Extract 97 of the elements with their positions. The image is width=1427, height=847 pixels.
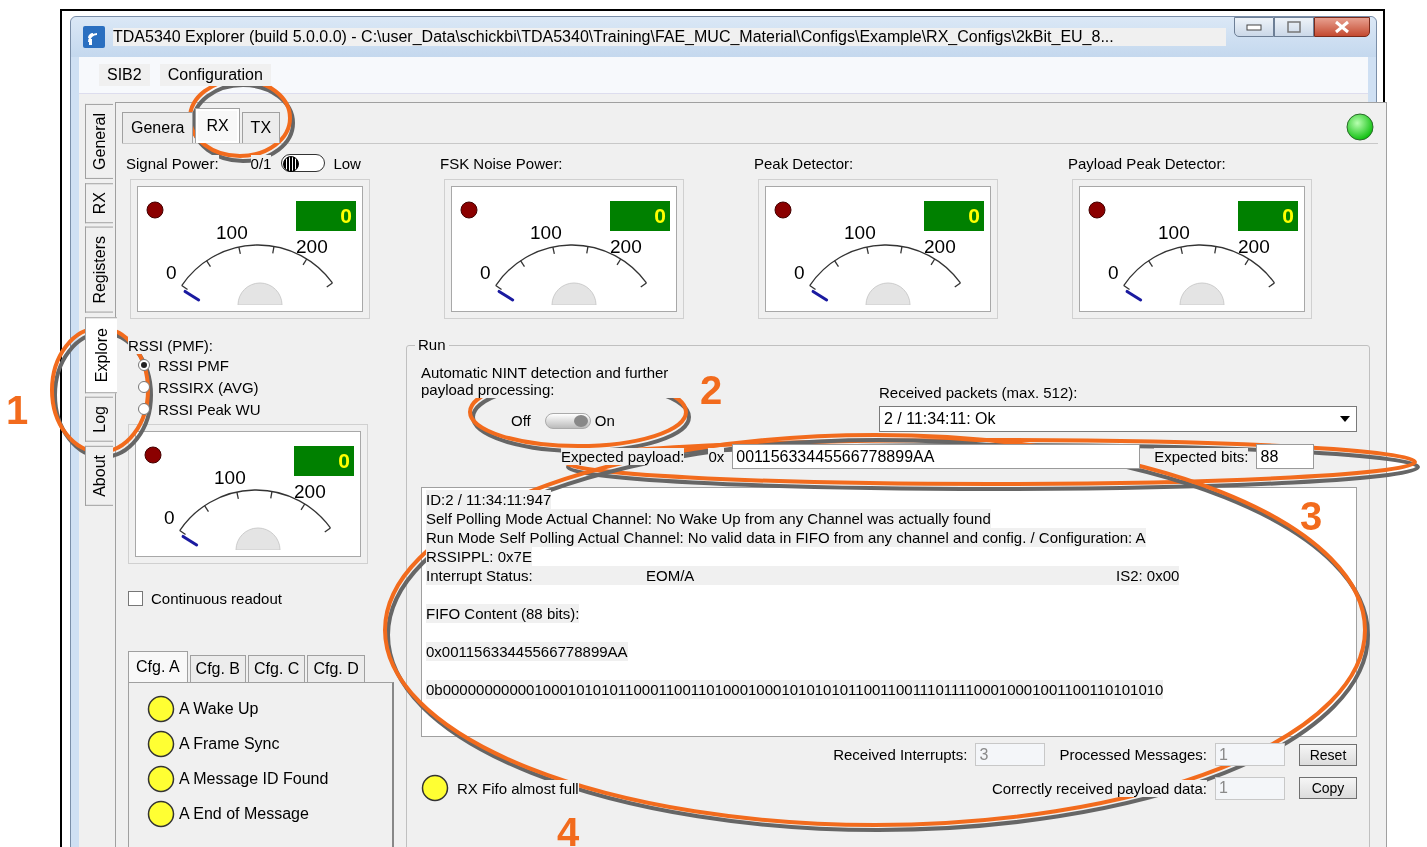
indicator-led-icon [147, 765, 175, 793]
radio-button[interactable] [138, 381, 150, 393]
gauge-hub [865, 282, 911, 305]
scale-label: 100 [214, 468, 246, 487]
indicator-label: A Wake Up [179, 700, 259, 718]
gauge-hub [551, 282, 597, 305]
indicator-led-icon [147, 695, 175, 723]
scale-label: 200 [924, 237, 956, 256]
annotation-number: 3 [1300, 496, 1323, 536]
tab[interactable]: Cfg. A [128, 651, 188, 682]
tab[interactable]: Cfg. D [307, 655, 365, 682]
tab[interactable]: RX [195, 108, 240, 143]
led-icon [460, 201, 478, 219]
indicator-led-icon [147, 730, 175, 758]
indicator-led-icon [147, 800, 175, 828]
scale-label: 100 [530, 223, 562, 242]
gauge-reading: 0 [296, 201, 356, 231]
reset-button[interactable]: Reset [1299, 743, 1357, 766]
input-field: 1 [1215, 776, 1285, 800]
side-tab[interactable]: General [85, 104, 113, 179]
indicator-led-icon [421, 774, 449, 802]
side-tab[interactable]: RX [85, 182, 113, 224]
field-label: Expected bits: [1154, 448, 1249, 465]
field-label: Received Interrupts: [833, 746, 968, 763]
tab[interactable]: Cfg. C [248, 655, 306, 682]
scale-label: 0 [480, 263, 491, 282]
gauge-hub [235, 527, 281, 550]
field-label: Expected payload: [561, 448, 685, 465]
led-icon [144, 446, 162, 464]
app-icon [83, 26, 105, 48]
indicator-label: RX Fifo almost full [457, 779, 579, 797]
gauge-hub [1179, 282, 1225, 305]
gauge-needle [183, 289, 201, 302]
radio-button[interactable] [138, 359, 150, 371]
tab[interactable]: Cfg. B [189, 655, 247, 682]
checkbox[interactable] [128, 591, 143, 606]
input-field[interactable]: 88 [1256, 444, 1315, 469]
led-icon [1088, 201, 1106, 219]
switch-label: Off [511, 412, 531, 429]
annotation-number: 1 [6, 390, 29, 430]
hex-prefix: 0x [708, 448, 725, 465]
side-tab[interactable]: Explore [85, 316, 117, 393]
gauge-hub [237, 282, 283, 305]
gauge-reading: 0 [1238, 201, 1298, 231]
menu-item[interactable]: Configuration [159, 64, 271, 86]
maximize-button[interactable] [1274, 17, 1314, 37]
input-field: 1 [1215, 743, 1285, 766]
toggle-switch[interactable] [544, 412, 591, 429]
gauge-needle [1125, 289, 1143, 302]
indicator-label: A Frame Sync [179, 735, 280, 753]
scale-label: 0 [1108, 263, 1119, 282]
maximize-icon [1286, 21, 1302, 33]
minimize-icon [1246, 23, 1262, 31]
scale-label: 100 [844, 223, 876, 242]
close-button[interactable] [1314, 17, 1370, 37]
tab[interactable]: Genera [122, 112, 194, 143]
indicator-label: A End of Message [179, 805, 309, 823]
annotation-number: 2 [700, 370, 723, 410]
gauge-needle [811, 289, 829, 302]
field-label: Correctly received payload data: [991, 779, 1207, 797]
scale-label: 100 [216, 223, 248, 242]
annotation-number: 4 [557, 812, 580, 847]
scale-label: 100 [1158, 223, 1190, 242]
field-label: Processed Messages: [1059, 746, 1207, 763]
dropdown-arrow-icon [1339, 415, 1351, 423]
status-led-icon [1346, 113, 1374, 141]
scale-label: 0 [166, 263, 177, 282]
input-field: 3 [975, 743, 1046, 766]
gauge-needle [181, 534, 199, 547]
scale-label: 200 [1238, 237, 1270, 256]
indicator-label: A Message ID Found [179, 770, 329, 788]
gauge-needle [497, 289, 515, 302]
side-tab[interactable]: Log [85, 397, 113, 442]
scale-label: 200 [294, 482, 326, 501]
gauge-label: Signal Power: [126, 154, 219, 172]
menu-item[interactable]: SIB2 [99, 64, 150, 86]
scale-label: 0 [164, 508, 175, 527]
window-title: TDA5340 Explorer (build 5.0.0.0) - C:\user_Data\schickbi\TDA5340\Training\FAE_MUC_Material\Configs\Example\RX_Configs\2kBit_EU_8... [113, 28, 1226, 46]
checkbox-label: Continuous readout [151, 590, 282, 607]
gauge-reading: 0 [610, 201, 670, 231]
toggle-switch[interactable] [281, 154, 326, 172]
scale-label: 200 [296, 237, 328, 256]
led-icon [774, 201, 792, 219]
scale-label: 200 [610, 237, 642, 256]
input-field[interactable]: 00115633445566778899AA [732, 444, 1141, 469]
scale-label: 0 [794, 263, 805, 282]
copy-button[interactable]: Copy [1299, 777, 1357, 799]
led-icon [146, 201, 164, 219]
tab[interactable]: TX [241, 112, 281, 143]
packets-dropdown[interactable]: 2 / 11:34:11: Ok [879, 406, 1357, 432]
minimize-button[interactable] [1234, 17, 1274, 37]
side-tab[interactable]: About [85, 445, 113, 506]
gauge-reading: 0 [294, 446, 354, 476]
radio-button[interactable] [138, 403, 150, 415]
gauge-reading: 0 [924, 201, 984, 231]
side-tab[interactable]: Registers [85, 227, 113, 313]
close-icon [1334, 20, 1350, 34]
